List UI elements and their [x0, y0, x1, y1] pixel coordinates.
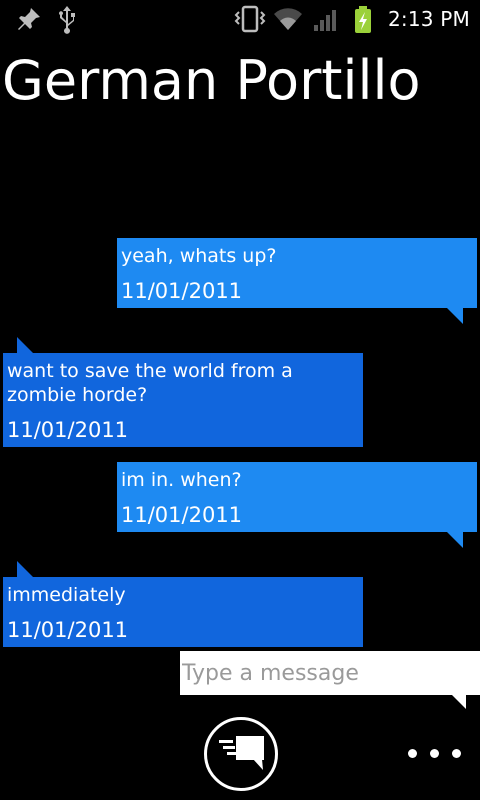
message-date: 11/01/2011 [7, 418, 129, 442]
battery-charging-icon [350, 4, 376, 38]
compose-box [180, 651, 480, 709]
bubble-tail [17, 561, 33, 577]
status-bar: 2:13 PM [0, 0, 480, 38]
message-date: 11/01/2011 [121, 503, 243, 527]
message-text: im in. when? [121, 469, 242, 491]
overflow-dot [430, 749, 439, 758]
bubble-tail [17, 337, 33, 353]
contact-name: German Portillo [2, 49, 421, 112]
bubble-tail [447, 532, 463, 548]
message-input[interactable] [180, 651, 480, 695]
overflow-menu-button[interactable] [400, 736, 470, 772]
message-bubble-outgoing[interactable]: yeah, whats up? 11/01/2011 [117, 238, 477, 324]
signal-icon [312, 4, 342, 38]
message-text: immediately [7, 584, 126, 606]
vibrate-icon [232, 4, 268, 38]
message-text: yeah, whats up? [121, 245, 277, 267]
overflow-dot [408, 749, 417, 758]
send-message-icon [219, 736, 264, 770]
compose-tail [452, 695, 466, 709]
message-bubble-outgoing[interactable]: im in. when? 11/01/2011 [117, 462, 477, 548]
message-text: want to save the world from a zombie hor… [7, 360, 293, 406]
message-bubble-incoming[interactable]: want to save the world from a zombie hor… [3, 337, 363, 447]
bubble-tail [447, 308, 463, 324]
message-date: 11/01/2011 [121, 279, 243, 303]
overflow-dot [452, 749, 461, 758]
pin-icon [14, 4, 44, 38]
clock: 2:13 PM [388, 7, 470, 31]
message-date: 11/01/2011 [7, 618, 129, 642]
wifi-icon [272, 4, 304, 38]
send-button[interactable] [204, 717, 278, 791]
usb-icon [54, 4, 80, 38]
message-bubble-incoming[interactable]: immediately 11/01/2011 [3, 561, 363, 647]
